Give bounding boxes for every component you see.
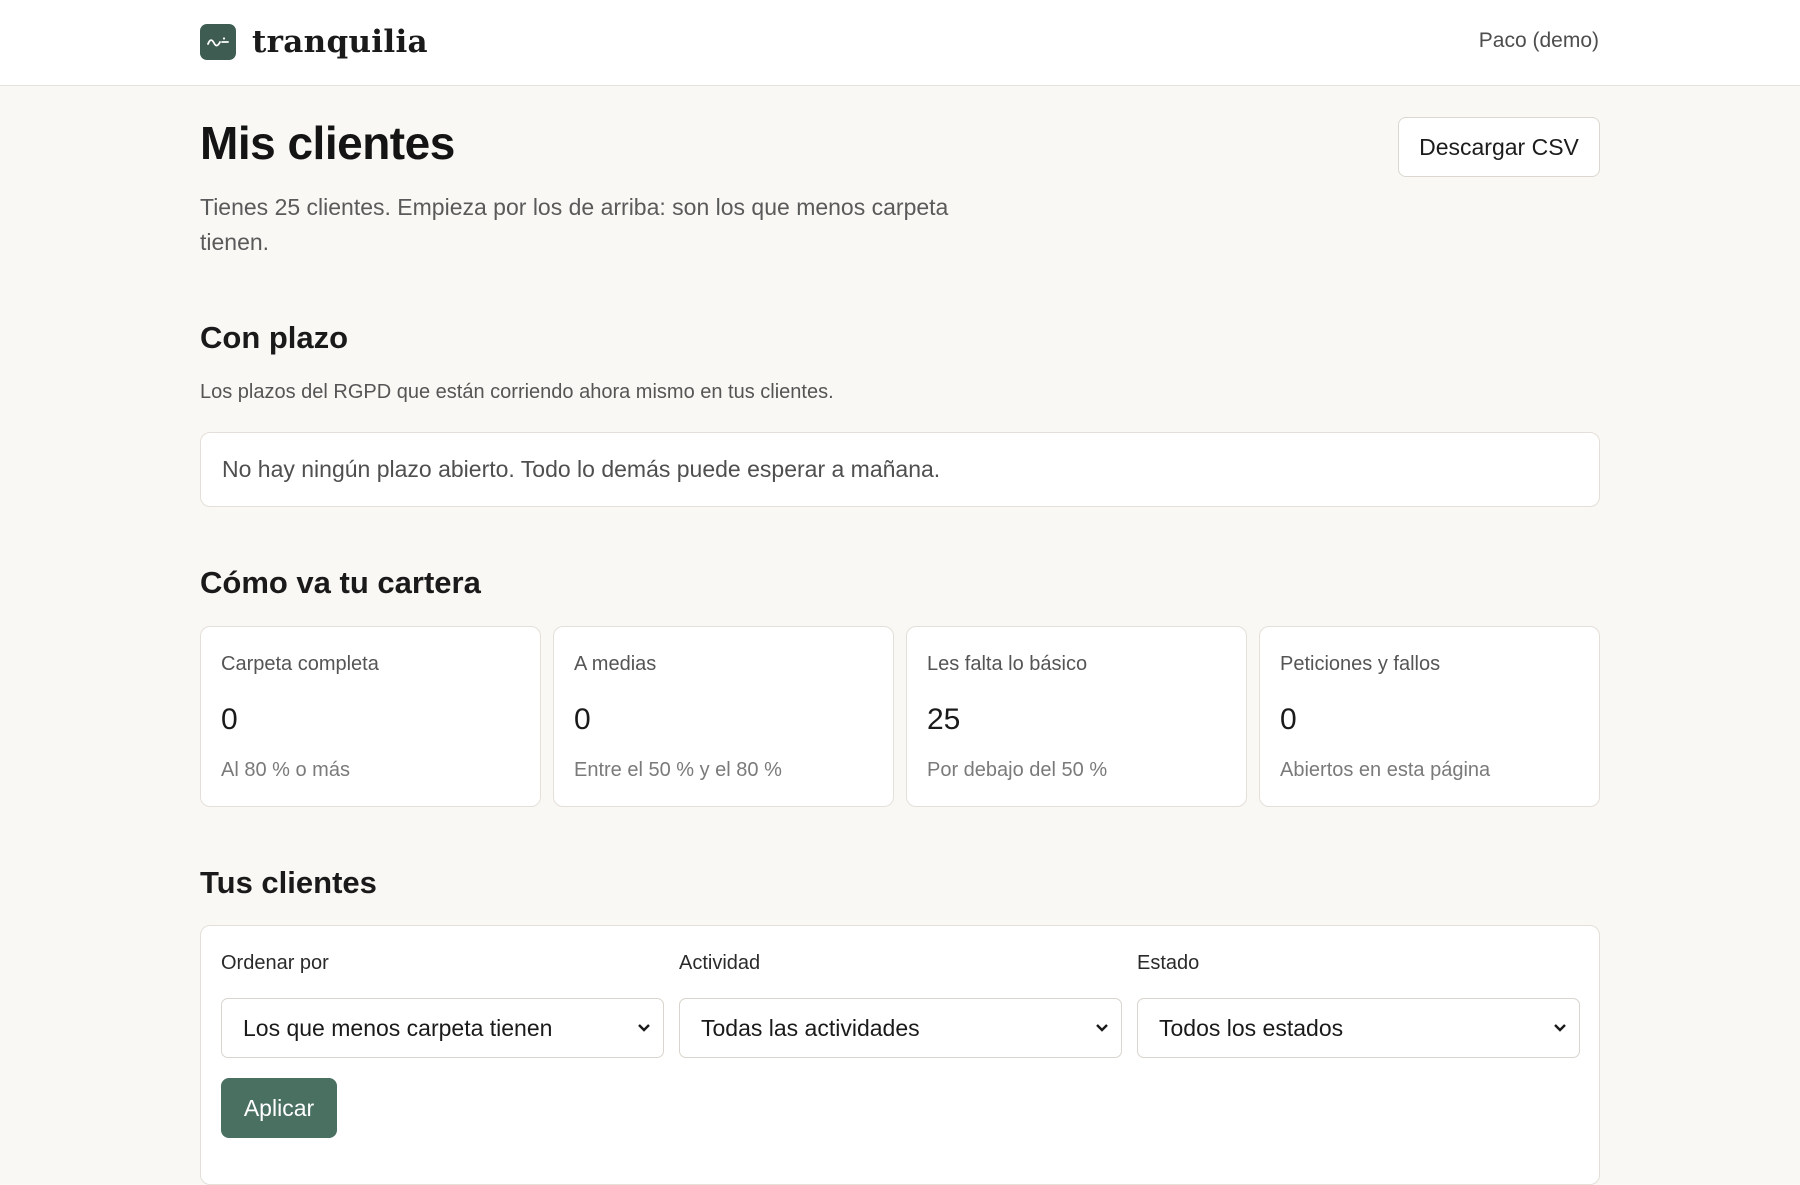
stat-card-complete: Carpeta completa 0 Al 80 % o más [200, 626, 541, 807]
stat-value: 25 [927, 703, 961, 736]
activity-select-value: Todas las actividades [701, 1014, 920, 1041]
chevron-down-icon [1554, 1024, 1566, 1032]
status-select[interactable]: Todos los estados [1137, 998, 1580, 1058]
sort-label: Ordenar por [221, 952, 329, 974]
chevron-down-icon [1096, 1024, 1108, 1032]
stat-card-requests: Peticiones y fallos 0 Abiertos en esta p… [1259, 626, 1600, 807]
stat-value: 0 [221, 703, 238, 736]
brand-name: tranquilia [252, 24, 428, 60]
deadlines-heading: Con plazo [200, 320, 349, 355]
user-menu[interactable]: Paco (demo) [1479, 29, 1599, 53]
stat-note: Al 80 % o más [221, 759, 350, 781]
page-title: Mis clientes [200, 117, 455, 169]
stat-note: Por debajo del 50 % [927, 759, 1108, 781]
stat-label: A medias [574, 653, 657, 675]
wave-logo-icon [200, 24, 236, 60]
sort-select-value: Los que menos carpeta tienen [243, 1014, 553, 1041]
top-bar: tranquilia Paco (demo) [0, 0, 1800, 86]
portfolio-heading: Cómo va tu cartera [200, 565, 481, 600]
stat-value: 0 [574, 703, 591, 736]
page-subtitle: Tienes 25 clientes. Empieza por los de a… [200, 194, 949, 255]
stat-label: Carpeta completa [221, 653, 379, 675]
stat-note: Abiertos en esta página [1280, 759, 1491, 781]
download-csv-button[interactable]: Descargar CSV [1398, 117, 1600, 177]
brand[interactable]: tranquilia [200, 24, 428, 60]
apply-button[interactable]: Aplicar [221, 1078, 337, 1138]
stat-note: Entre el 50 % y el 80 % [574, 759, 782, 781]
stat-value: 0 [1280, 703, 1297, 736]
stat-label: Les falta lo básico [927, 653, 1088, 675]
status-select-value: Todos los estados [1159, 1014, 1344, 1041]
client-filters: Ordenar por Los que menos carpeta tienen… [200, 925, 1600, 1185]
clients-heading: Tus clientes [200, 865, 377, 900]
status-label: Estado [1137, 952, 1200, 974]
stat-card-basic-missing: Les falta lo básico 25 Por debajo del 50… [906, 626, 1247, 807]
activity-label: Actividad [679, 952, 761, 974]
stat-card-partial: A medias 0 Entre el 50 % y el 80 % [553, 626, 894, 807]
chevron-down-icon [638, 1024, 650, 1032]
activity-select[interactable]: Todas las actividades [679, 998, 1122, 1058]
deadlines-description: Los plazos del RGPD que están corriendo … [200, 381, 834, 403]
deadlines-empty-text: No hay ningún plazo abierto. Todo lo dem… [222, 456, 941, 482]
deadlines-empty-notice: No hay ningún plazo abierto. Todo lo dem… [200, 432, 1600, 507]
stat-label: Peticiones y fallos [1280, 653, 1441, 675]
sort-select[interactable]: Los que menos carpeta tienen [221, 998, 664, 1058]
portfolio-stats: Carpeta completa 0 Al 80 % o más A media… [200, 626, 1600, 807]
